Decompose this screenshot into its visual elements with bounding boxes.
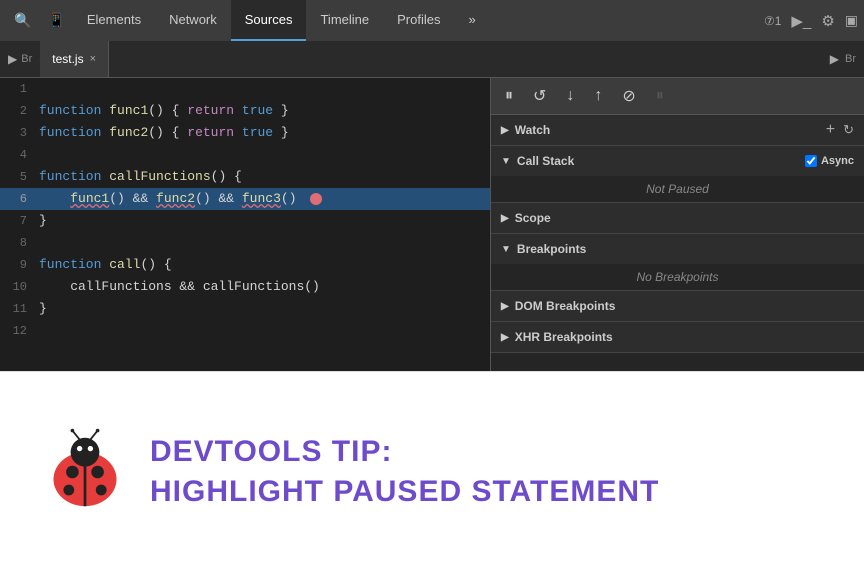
watch-refresh-button[interactable]: ↻	[843, 122, 854, 138]
tip-text: DevTools Tip: Highlight Paused Statement	[150, 434, 659, 510]
tip-title: Highlight Paused Statement	[150, 474, 659, 510]
debug-toolbar: ⏸ ↺ ↓ ↑ ⊘ ⏸	[491, 78, 864, 115]
breakpoints-arrow-icon: ▼	[501, 244, 511, 255]
code-editor[interactable]: 1 2 function func1() { return true } 3 f…	[0, 78, 490, 371]
scope-label: Scope	[515, 211, 551, 225]
tab-elements[interactable]: Elements	[73, 0, 155, 41]
main-content: 1 2 function func1() { return true } 3 f…	[0, 78, 864, 371]
async-label: Async	[821, 155, 854, 167]
counter-badge: ⑦1	[764, 14, 781, 28]
call-stack-header[interactable]: ▼ Call Stack Async	[491, 146, 864, 176]
dom-breakpoints-label: DOM Breakpoints	[515, 299, 616, 313]
code-line-2: 2 function func1() { return true }	[0, 100, 490, 122]
pause-exception-button[interactable]: ⏸	[652, 85, 668, 107]
async-checkbox[interactable]	[805, 155, 817, 167]
dom-breakpoints-arrow-icon: ▶	[501, 301, 509, 312]
tip-section: DevTools Tip: Highlight Paused Statement	[0, 371, 864, 571]
play-icon[interactable]: ▶	[8, 52, 17, 66]
code-line-5: 5 function callFunctions() {	[0, 166, 490, 188]
dom-breakpoints-header[interactable]: ▶ DOM Breakpoints	[491, 291, 864, 321]
call-stack-label: Call Stack	[517, 154, 574, 168]
breakpoints-body: No Breakpoints	[491, 264, 864, 290]
code-line-6: 6 func1() && func2() && func3()	[0, 188, 490, 210]
file-tab-right: ▶ Br	[830, 52, 864, 66]
code-line-10: 10 callFunctions && callFunctions()	[0, 276, 490, 298]
watch-add-button[interactable]: +	[826, 121, 835, 139]
file-tabbar: ▶ Br test.js × ▶ Br	[0, 41, 864, 78]
xhr-breakpoints-arrow-icon: ▶	[501, 332, 509, 343]
scope-panel: ▶ Scope	[491, 203, 864, 234]
xhr-breakpoints-panel: ▶ XHR Breakpoints	[491, 322, 864, 353]
pause-button[interactable]: ⏸	[501, 85, 517, 107]
watch-panel: ▶ Watch + ↻	[491, 115, 864, 146]
tab-network[interactable]: Network	[155, 0, 231, 41]
search-icon[interactable]: 🔍	[6, 12, 39, 29]
breakpoints-label: Breakpoints	[517, 242, 586, 256]
call-stack-panel: ▼ Call Stack Async Not Paused	[491, 146, 864, 203]
code-line-3: 3 function func2() { return true }	[0, 122, 490, 144]
tip-label: DevTools Tip:	[150, 434, 659, 470]
settings-icon[interactable]: ⚙	[821, 12, 834, 30]
code-line-8: 8	[0, 232, 490, 254]
run-icon[interactable]: ▶	[830, 52, 839, 66]
xhr-breakpoints-header[interactable]: ▶ XHR Breakpoints	[491, 322, 864, 352]
file-controls: ▶ Br	[0, 52, 40, 66]
toolbar-right: ⑦1 ▶_ ⚙ ▣	[764, 12, 858, 30]
watch-label: Watch	[515, 123, 551, 137]
watch-arrow-icon: ▶	[501, 125, 509, 136]
deactivate-button[interactable]: ⊘	[618, 84, 639, 108]
code-line-12: 12	[0, 320, 490, 342]
ladybug-icon	[40, 427, 130, 517]
dom-breakpoints-panel: ▶ DOM Breakpoints	[491, 291, 864, 322]
step-out-button[interactable]: ↑	[590, 85, 606, 107]
watch-header[interactable]: ▶ Watch + ↻	[491, 115, 864, 145]
xhr-breakpoints-label: XHR Breakpoints	[515, 330, 613, 344]
step-into-button[interactable]: ↓	[562, 85, 578, 107]
mobile-icon[interactable]: 📱	[39, 12, 72, 29]
step-over-button[interactable]: ↺	[529, 84, 550, 108]
br-icon: Br	[845, 53, 856, 65]
scope-arrow-icon: ▶	[501, 213, 509, 224]
call-stack-body: Not Paused	[491, 176, 864, 202]
code-line-4: 4	[0, 144, 490, 166]
call-stack-arrow-icon: ▼	[501, 156, 511, 167]
br-label: Br	[21, 53, 32, 65]
terminal-icon[interactable]: ▶_	[791, 12, 811, 30]
file-tab-testjs[interactable]: test.js ×	[40, 41, 109, 77]
code-line-1: 1	[0, 78, 490, 100]
tab-more[interactable]: »	[454, 0, 489, 41]
file-tab-name: test.js	[52, 52, 83, 66]
devtools-toolbar: 🔍 📱 Elements Network Sources Timeline Pr…	[0, 0, 864, 41]
scope-header[interactable]: ▶ Scope	[491, 203, 864, 233]
tab-profiles[interactable]: Profiles	[383, 0, 454, 41]
async-checkbox-label[interactable]: Async	[805, 155, 854, 167]
code-line-7: 7 }	[0, 210, 490, 232]
breakpoints-header[interactable]: ▼ Breakpoints	[491, 234, 864, 264]
code-line-11: 11 }	[0, 298, 490, 320]
dock-icon[interactable]: ▣	[845, 12, 858, 29]
code-line-9: 9 function call() {	[0, 254, 490, 276]
right-panel: ⏸ ↺ ↓ ↑ ⊘ ⏸ ▶ Watch + ↻ ▼ Call Stack	[490, 78, 864, 371]
tab-sources[interactable]: Sources	[231, 0, 307, 41]
close-icon[interactable]: ×	[90, 53, 96, 65]
tab-timeline[interactable]: Timeline	[306, 0, 383, 41]
breakpoints-panel: ▼ Breakpoints No Breakpoints	[491, 234, 864, 291]
